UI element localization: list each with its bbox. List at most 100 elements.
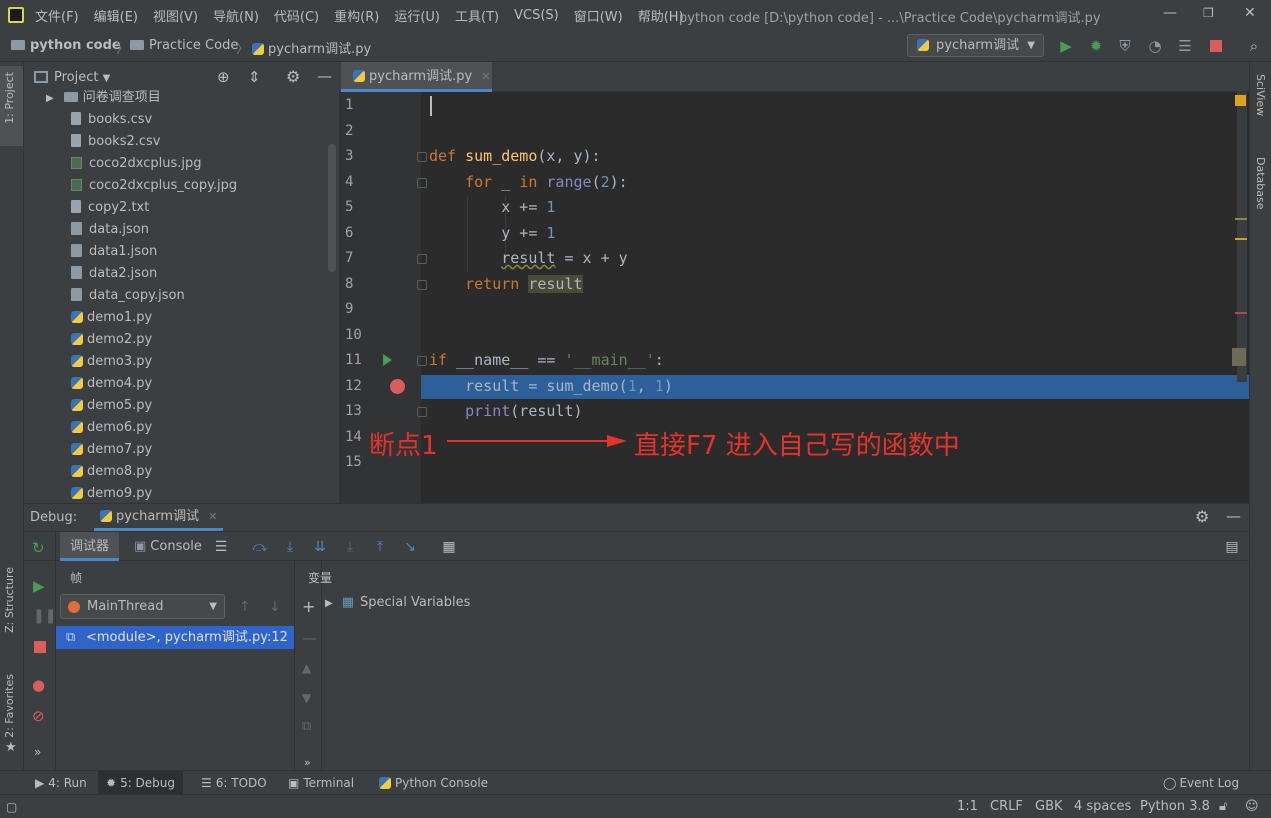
tab-debugger[interactable]: 调试器 — [60, 532, 120, 561]
breadcrumb-root[interactable]: python code — [11, 38, 121, 53]
restore-icon[interactable]: ❐ — [1203, 6, 1214, 20]
tree-item-file[interactable]: demo3.py — [71, 351, 152, 373]
minimize-icon[interactable]: — — [1163, 5, 1177, 21]
tree-item-file[interactable]: data2.json — [71, 263, 157, 285]
pause-icon[interactable]: ❚❚ — [33, 608, 56, 624]
side-tab-sciview[interactable]: SciView — [1254, 74, 1267, 116]
tree-item-file[interactable]: demo8.py — [71, 461, 152, 483]
close-icon[interactable]: ✕ — [1244, 5, 1256, 21]
force-step-into-icon[interactable]: ⤓ — [341, 538, 359, 556]
tree-item-file[interactable]: demo5.py — [71, 395, 152, 417]
frame-up-icon[interactable]: ↑ — [239, 599, 251, 615]
debug-bug-icon[interactable]: ✹ — [1087, 37, 1105, 55]
tree-item-file[interactable]: demo2.py — [71, 329, 152, 351]
evaluate-expression-icon[interactable]: ▦ — [440, 538, 458, 556]
project-panel-title[interactable]: Project ▼ — [54, 70, 110, 85]
hide-panel-icon[interactable]: — — [317, 67, 332, 85]
rerun-icon[interactable]: ↻ — [32, 539, 45, 557]
hide-panel-icon[interactable]: — — [1226, 507, 1241, 525]
tool-python-console[interactable]: Python Console — [371, 771, 496, 795]
move-down-icon[interactable]: ▼ — [302, 691, 311, 705]
fold-marker-icon[interactable] — [417, 407, 427, 417]
tree-item-file[interactable]: copy2.txt — [71, 197, 149, 219]
tool-event-log[interactable]: ◯ Event Log — [1155, 771, 1247, 795]
menu-lines-icon[interactable]: ☰ — [212, 538, 230, 556]
scroll-thumb[interactable] — [1232, 348, 1246, 366]
breadcrumb-file[interactable]: pycharm调试.py — [252, 38, 371, 57]
fold-marker-icon[interactable] — [417, 152, 427, 162]
menu-refactor[interactable]: 重构(R) — [334, 6, 379, 25]
search-everywhere-icon[interactable]: ⌕ — [1245, 37, 1263, 55]
step-over-icon[interactable]: ⤼ — [251, 538, 269, 556]
menu-edit[interactable]: 编辑(E) — [94, 6, 138, 25]
menu-tools[interactable]: 工具(T) — [455, 6, 499, 25]
tool-terminal[interactable]: ▣ Terminal — [280, 771, 362, 795]
stop-icon[interactable] — [1207, 37, 1225, 55]
stop-icon[interactable] — [34, 641, 46, 653]
fold-marker-icon[interactable] — [417, 356, 427, 366]
tree-item-file[interactable]: books2.csv — [71, 131, 160, 153]
thread-select[interactable]: MainThread ▼ — [60, 594, 225, 619]
profile-icon[interactable]: ◔ — [1146, 37, 1164, 55]
view-breakpoints-icon[interactable]: ● — [32, 676, 45, 694]
tree-item-file[interactable]: data_copy.json — [71, 285, 185, 307]
collapse-all-icon[interactable]: ⇕ — [248, 68, 261, 86]
breakpoint-icon[interactable] — [390, 379, 405, 394]
inspector-icon[interactable]: ☺ — [1245, 795, 1259, 818]
tree-item-folder[interactable]: ▶ 问卷调查项目 — [46, 87, 161, 109]
step-into-icon[interactable]: ⤓ — [281, 538, 299, 556]
move-up-icon[interactable]: ▲ — [302, 661, 311, 675]
run-icon[interactable]: ▶ — [1057, 37, 1075, 55]
inspection-warning-icon[interactable] — [1235, 95, 1246, 106]
run-to-cursor-icon[interactable]: ↘ — [401, 538, 419, 556]
add-watch-icon[interactable]: + — [302, 597, 315, 616]
tree-item-file[interactable]: demo9.py — [71, 483, 152, 503]
mute-breakpoints-icon[interactable]: ⊘ — [32, 707, 45, 725]
fold-marker-icon[interactable] — [417, 280, 427, 290]
more-icon[interactable]: » — [34, 745, 41, 759]
tree-item-file[interactable]: coco2dxcplus.jpg — [71, 153, 201, 175]
toggle-tool-windows-icon[interactable]: ▢ — [6, 795, 17, 818]
tree-item-file[interactable]: data1.json — [71, 241, 157, 263]
close-tab-icon[interactable]: ✕ — [481, 70, 490, 83]
tree-item-file[interactable]: demo1.py — [71, 307, 152, 329]
gear-icon[interactable]: ⚙ — [1195, 507, 1209, 526]
tree-item-file[interactable]: coco2dxcplus_copy.jpg — [71, 175, 237, 197]
gear-icon[interactable]: ⚙ — [286, 67, 300, 86]
run-gutter-icon[interactable] — [383, 354, 392, 366]
frame-down-icon[interactable]: ↓ — [269, 599, 281, 615]
project-scrollbar[interactable] — [328, 144, 336, 272]
menu-code[interactable]: 代码(C) — [274, 6, 319, 25]
menu-vcs[interactable]: VCS(S) — [514, 8, 559, 23]
tree-item-file[interactable]: demo4.py — [71, 373, 152, 395]
special-variables-node[interactable]: ▶ ▦ Special Variables — [325, 595, 470, 610]
interpreter[interactable]: Python 3.8 — [1140, 795, 1210, 818]
close-tab-icon[interactable]: ✕ — [208, 510, 217, 523]
side-tab-favorites[interactable]: 2: Favorites — [3, 674, 16, 738]
menu-view[interactable]: 视图(V) — [153, 6, 198, 25]
step-into-my-code-icon[interactable]: ⇊ — [311, 538, 329, 556]
tree-item-file[interactable]: data.json — [71, 219, 149, 241]
locate-file-icon[interactable]: ⊕ — [217, 68, 230, 86]
coverage-icon[interactable]: ⛨ — [1116, 37, 1134, 55]
line-separator[interactable]: CRLF — [990, 795, 1023, 818]
concurrency-icon[interactable]: ☰ — [1176, 37, 1194, 55]
tab-console[interactable]: ▣ Console — [124, 532, 212, 561]
menu-navigate[interactable]: 导航(N) — [213, 6, 259, 25]
indent-setting[interactable]: 4 spaces — [1074, 795, 1131, 818]
side-tab-database[interactable]: Database — [1254, 157, 1267, 210]
editor-tab-active[interactable]: pycharm调试.py ✕ — [341, 62, 492, 92]
tree-item-file[interactable]: books.csv — [71, 109, 152, 131]
menu-help[interactable]: 帮助(H) — [638, 6, 684, 25]
caret-position[interactable]: 1:1 — [957, 795, 978, 818]
menu-run[interactable]: 运行(U) — [394, 6, 440, 25]
tree-item-file[interactable]: demo7.py — [71, 439, 152, 461]
breadcrumb-folder[interactable]: Practice Code — [130, 38, 238, 53]
tool-debug[interactable]: ✹ 5: Debug — [98, 771, 184, 795]
resume-icon[interactable]: ▶ — [33, 577, 45, 595]
frame-row-selected[interactable]: ⧉ <module>, pycharm调试.py:12 — [56, 626, 294, 649]
side-tab-project[interactable]: 1: Project — [3, 72, 16, 124]
run-configuration-select[interactable]: pycharm调试 ▼ — [907, 34, 1044, 57]
tree-item-file[interactable]: demo6.py — [71, 417, 152, 439]
file-encoding[interactable]: GBK — [1035, 795, 1063, 818]
